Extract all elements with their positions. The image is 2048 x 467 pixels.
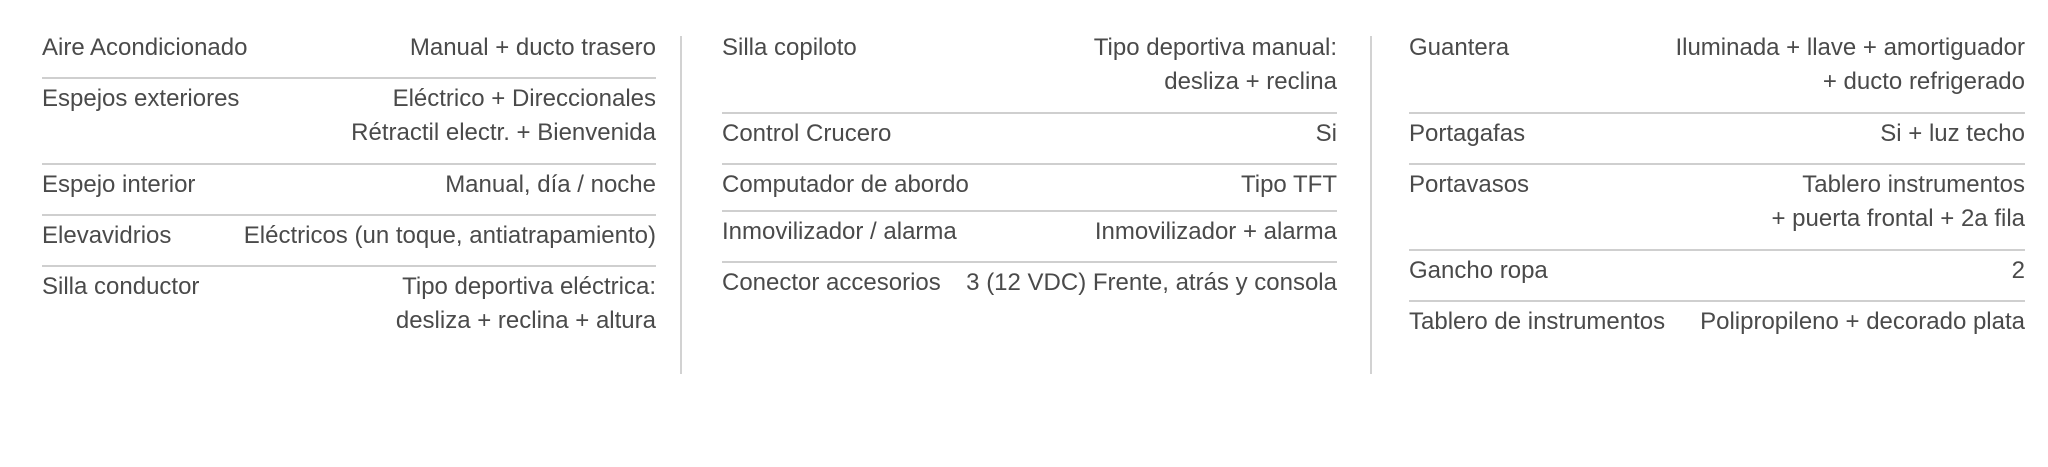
spec-value: Iluminada + llave + amortiguador + ducto…	[1675, 34, 2025, 95]
spec-label: Conector accesorios	[722, 269, 941, 296]
spec-label: Elevavidrios	[42, 222, 172, 249]
spec-label: Espejo interior	[42, 171, 196, 198]
spec-value: Polipropileno + decorado plata	[1700, 308, 2025, 335]
spec-label: Gancho ropa	[1409, 257, 1548, 284]
spec-value: 2	[2011, 257, 2025, 284]
spec-sheet: Aire Acondicionado Manual + ducto traser…	[0, 0, 2048, 467]
spec-value: Eléctricos (un toque, antiatrapamiento)	[243, 222, 656, 249]
spec-row-control-crucero: Control Crucero Si	[722, 114, 1337, 165]
spec-value: Tipo deportiva manual: desliza + reclina	[1093, 34, 1337, 95]
spec-label: Espejos exteriores	[42, 85, 240, 112]
spec-value: Tipo deportiva eléctrica: desliza + recl…	[395, 273, 656, 334]
spec-row-conector-accesorios: Conector accesorios 3 (12 VDC) Frente, a…	[722, 263, 1337, 312]
spec-row-silla-conductor: Silla conductor Tipo deportiva eléctrica…	[42, 267, 656, 351]
spec-label: Portagafas	[1409, 120, 1526, 147]
spec-column-3: Guantera Iluminada + llave + amortiguado…	[1409, 28, 2025, 351]
spec-label: Control Crucero	[722, 120, 892, 147]
spec-row-elevavidrios: Elevavidrios Eléctricos (un toque, antia…	[42, 216, 656, 267]
spec-label: Portavasos	[1409, 171, 1530, 198]
column-divider	[1370, 36, 1372, 374]
spec-row-inmovilizador-alarma: Inmovilizador / alarma Inmovilizador + a…	[722, 212, 1337, 263]
spec-value: 3 (12 VDC) Frente, atrás y consola	[966, 269, 1337, 296]
column-divider	[680, 36, 682, 374]
spec-row-computador-de-abordo: Computador de abordo Tipo TFT	[722, 165, 1337, 212]
spec-value: Si	[1315, 120, 1337, 147]
spec-label: Tablero de instrumentos	[1409, 308, 1666, 335]
spec-label: Inmovilizador / alarma	[722, 218, 957, 245]
spec-row-portagafas: Portagafas Si + luz techo	[1409, 114, 2025, 165]
spec-label: Silla copiloto	[722, 34, 857, 61]
spec-row-tablero-de-instrumentos: Tablero de instrumentos Polipropileno + …	[1409, 302, 2025, 351]
spec-value: Inmovilizador + alarma	[1094, 218, 1337, 245]
spec-column-1: Aire Acondicionado Manual + ducto traser…	[42, 28, 656, 351]
spec-row-espejo-interior: Espejo interior Manual, día / noche	[42, 165, 656, 216]
spec-row-aire-acondicionado: Aire Acondicionado Manual + ducto traser…	[42, 28, 656, 79]
spec-label: Computador de abordo	[722, 171, 969, 198]
spec-value: Manual, día / noche	[445, 171, 656, 198]
spec-value: Tablero instrumentos + puerta frontal + …	[1771, 171, 2026, 232]
spec-row-silla-copiloto: Silla copiloto Tipo deportiva manual: de…	[722, 28, 1337, 114]
spec-column-2: Silla copiloto Tipo deportiva manual: de…	[722, 28, 1337, 312]
spec-label: Guantera	[1409, 34, 1510, 61]
spec-label: Aire Acondicionado	[42, 34, 248, 61]
spec-value: Manual + ducto trasero	[409, 34, 656, 61]
spec-row-guantera: Guantera Iluminada + llave + amortiguado…	[1409, 28, 2025, 114]
spec-row-portavasos: Portavasos Tablero instrumentos + puerta…	[1409, 165, 2025, 251]
spec-value: Eléctrico + Direccionales Rétractil elec…	[351, 85, 656, 146]
spec-row-gancho-ropa: Gancho ropa 2	[1409, 251, 2025, 302]
spec-label: Silla conductor	[42, 273, 200, 300]
spec-value: Tipo TFT	[1240, 171, 1337, 198]
spec-value: Si + luz techo	[1880, 120, 2025, 147]
spec-row-espejos-exteriores: Espejos exteriores Eléctrico + Direccion…	[42, 79, 656, 165]
